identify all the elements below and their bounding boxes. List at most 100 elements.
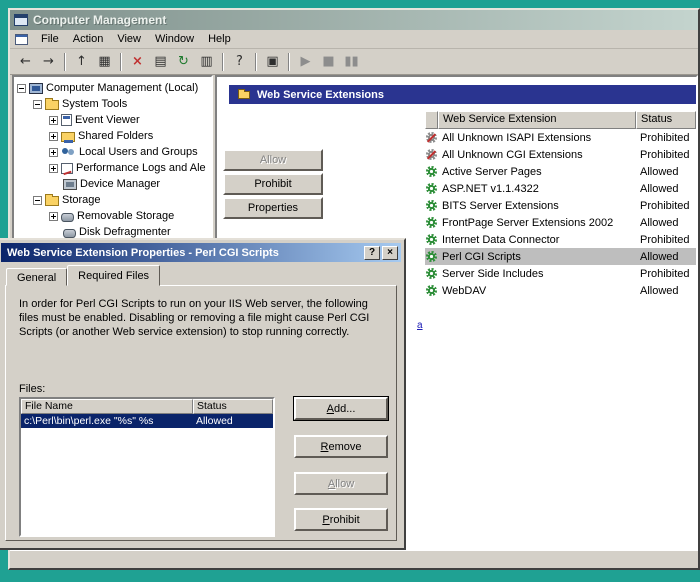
help-button[interactable]: ?: [228, 51, 251, 73]
prohibit-button[interactable]: Prohibit: [223, 173, 323, 195]
tree-item-computer-management[interactable]: Computer Management (Local): [14, 80, 211, 96]
help-icon: ?: [236, 54, 243, 69]
gear-icon: [426, 285, 437, 296]
extension-row[interactable]: WebDAV Allowed: [425, 282, 696, 299]
extension-row[interactable]: All Unknown ISAPI Extensions Prohibited: [425, 129, 696, 146]
toolbar-separator: [222, 52, 224, 71]
tree-item-removable-storage[interactable]: Removable Storage: [14, 208, 211, 224]
tree-item-system-tools[interactable]: System Tools: [14, 96, 211, 112]
collapse-icon[interactable]: [33, 195, 42, 205]
file-name-column-header[interactable]: File Name: [21, 399, 193, 414]
help-button[interactable]: ?: [364, 245, 380, 260]
extension-row-selected[interactable]: Perl CGI Scripts Allowed: [425, 248, 696, 265]
tree-item-storage[interactable]: Storage: [14, 192, 211, 208]
extension-row[interactable]: Active Server Pages Allowed: [425, 163, 696, 180]
prohibit-button[interactable]: Prohibit: [294, 508, 388, 531]
files-label: Files:: [19, 383, 46, 395]
collapse-icon[interactable]: [17, 83, 26, 93]
window-title: Computer Management: [33, 13, 167, 27]
toolbar-separator: [120, 52, 122, 71]
menu-file[interactable]: File: [34, 31, 66, 47]
extension-row[interactable]: Internet Data Connector Prohibited: [425, 231, 696, 248]
stop-service-button[interactable]: ■: [317, 51, 340, 73]
expand-icon[interactable]: [49, 211, 58, 221]
extension-row[interactable]: FrontPage Server Extensions 2002 Allowed: [425, 214, 696, 231]
start-icon: ▶: [300, 54, 311, 69]
extension-row[interactable]: ASP.NET v1.1.4322 Allowed: [425, 180, 696, 197]
properties-button[interactable]: Properties: [223, 197, 323, 219]
extension-row[interactable]: Server Side Includes Prohibited: [425, 265, 696, 282]
allow-button[interactable]: Allow: [223, 149, 323, 171]
up-button[interactable]: ↑: [70, 51, 93, 73]
back-icon: ←: [20, 54, 31, 69]
taskpad-title: Web Service Extensions: [257, 88, 384, 101]
window-icon: ▣: [266, 54, 279, 69]
pause-service-button[interactable]: ▮▮: [340, 51, 363, 73]
export-list-icon: ▥: [200, 54, 213, 69]
properties-button[interactable]: ▤: [149, 51, 172, 73]
collapse-icon[interactable]: [33, 99, 42, 109]
add-button[interactable]: Add...: [294, 397, 388, 420]
tab-panel: In order for Perl CGI Scripts to run on …: [5, 285, 397, 541]
expand-icon[interactable]: [49, 163, 58, 173]
expand-icon[interactable]: [49, 147, 58, 157]
window-titlebar[interactable]: Computer Management: [10, 10, 698, 30]
console-window-icon[interactable]: [15, 33, 28, 45]
removable-storage-icon: [61, 213, 74, 222]
extension-list-header: Web Service Extension Status: [425, 111, 696, 129]
tree-item-device-manager[interactable]: Device Manager: [14, 176, 211, 192]
show-hide-console-tree-button[interactable]: ▦: [93, 51, 116, 73]
tree-item-label: Local Users and Groups: [79, 146, 198, 158]
back-button[interactable]: ←: [14, 51, 37, 73]
gear-icon: [426, 217, 437, 228]
tree-item-performance-logs[interactable]: Performance Logs and Ale: [14, 160, 211, 176]
toolbar-separator: [288, 52, 290, 71]
start-service-button[interactable]: ▶: [294, 51, 317, 73]
tree-item-shared-folders[interactable]: Shared Folders: [14, 128, 211, 144]
forward-icon: →: [43, 54, 54, 69]
tree-item-event-viewer[interactable]: Event Viewer: [14, 112, 211, 128]
remove-button[interactable]: Remove: [294, 435, 388, 458]
expand-icon[interactable]: [49, 131, 58, 141]
tab-required-files[interactable]: Required Files: [67, 265, 161, 286]
delete-button[interactable]: ×: [126, 51, 149, 73]
close-button[interactable]: ×: [382, 245, 398, 260]
allow-button[interactable]: Allow: [294, 472, 388, 495]
file-row-selected[interactable]: c:\Perl\bin\perl.exe "%s" %s Allowed: [21, 414, 273, 428]
tab-general[interactable]: General: [6, 268, 68, 286]
window-button[interactable]: ▣: [261, 51, 284, 73]
dialog-description: In order for Perl CGI Scripts to run on …: [19, 298, 370, 338]
menu-view[interactable]: View: [110, 31, 148, 47]
gear-icon: [426, 200, 437, 211]
properties-icon: ▤: [154, 54, 167, 69]
dialog-titlebar[interactable]: Web Service Extension Properties - Perl …: [1, 243, 401, 262]
menu-help[interactable]: Help: [201, 31, 238, 47]
file-status-cell: Allowed: [196, 415, 233, 427]
gear-icon: [426, 251, 437, 262]
link-fragment[interactable]: a: [417, 320, 423, 331]
menu-window[interactable]: Window: [148, 31, 201, 47]
computer-icon: [29, 82, 43, 94]
tree-item-label: System Tools: [62, 98, 128, 110]
menu-action[interactable]: Action: [66, 31, 111, 47]
tree-item-label: Device Manager: [80, 178, 161, 190]
extension-row[interactable]: All Unknown CGI Extensions Prohibited: [425, 146, 696, 163]
event-viewer-icon: [61, 114, 72, 126]
tree-item-label: Disk Defragmenter: [79, 226, 171, 238]
extension-row[interactable]: BITS Server Extensions Prohibited: [425, 197, 696, 214]
dialog-title: Web Service Extension Properties - Perl …: [7, 246, 279, 259]
files-listbox: File Name Status c:\Perl\bin\perl.exe "%…: [19, 397, 275, 537]
extension-column-header[interactable]: Web Service Extension: [438, 111, 636, 129]
performance-icon: [61, 162, 73, 174]
device-manager-icon: [63, 178, 77, 190]
status-column-header[interactable]: Status: [193, 399, 273, 414]
icon-column-header[interactable]: [425, 111, 438, 129]
menu-bar: File Action View Window Help: [10, 30, 698, 49]
tree-item-label: Storage: [62, 194, 101, 206]
status-column-header[interactable]: Status: [636, 111, 696, 129]
forward-button[interactable]: →: [37, 51, 60, 73]
tree-item-local-users-and-groups[interactable]: Local Users and Groups: [14, 144, 211, 160]
refresh-button[interactable]: ↻: [172, 51, 195, 73]
export-list-button[interactable]: ▥: [195, 51, 218, 73]
expand-icon[interactable]: [49, 115, 58, 125]
